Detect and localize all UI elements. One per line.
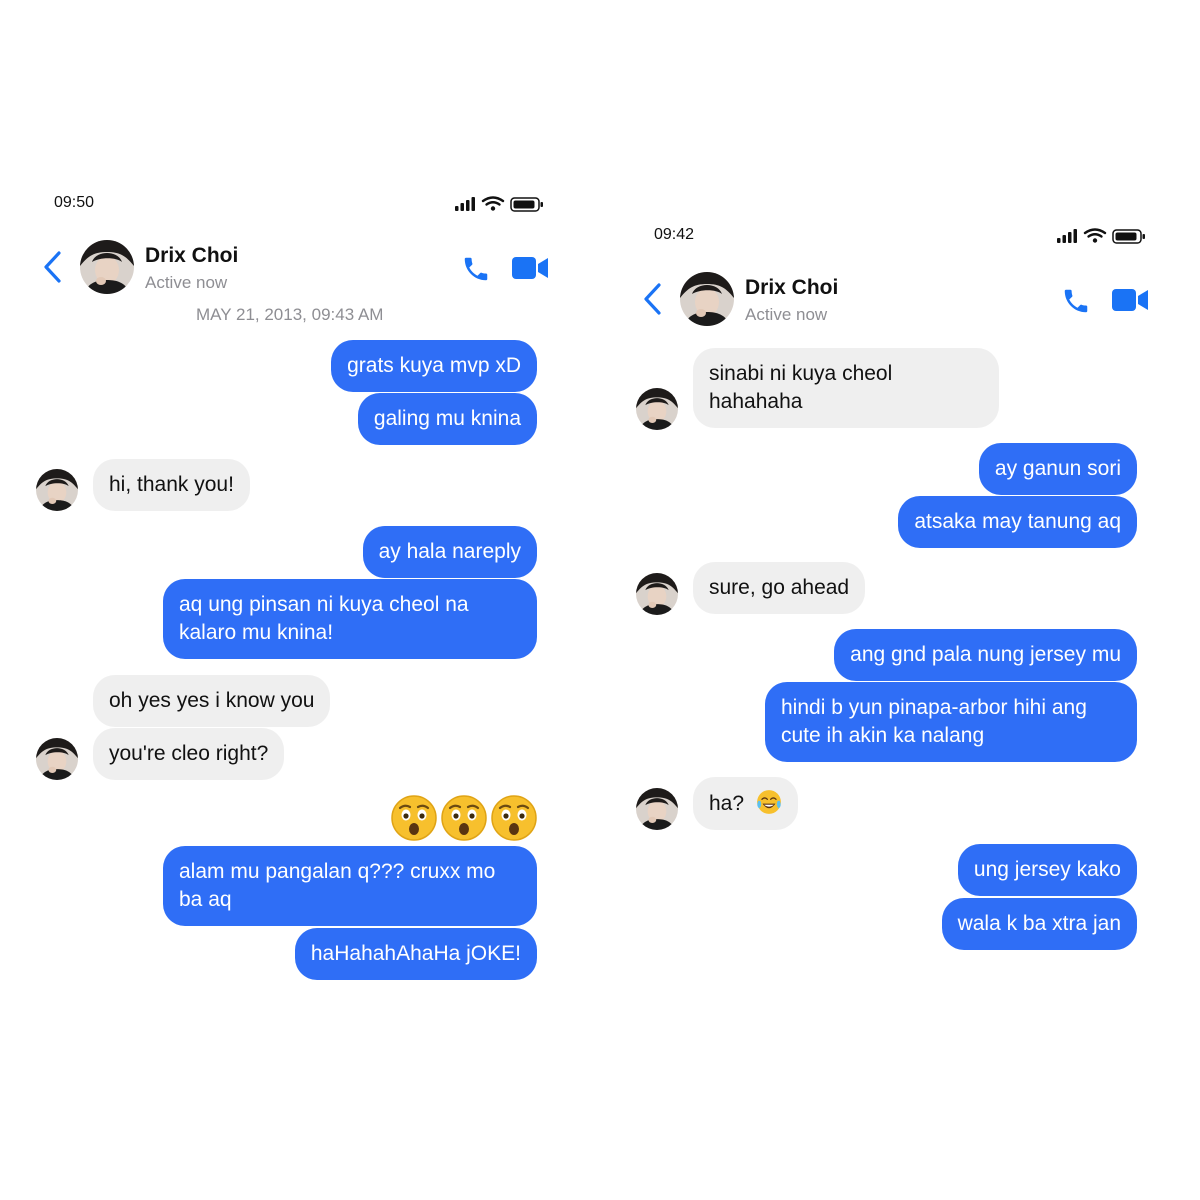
message-bubble-outgoing[interactable]: ay ganun sori <box>978 443 1137 495</box>
back-button[interactable] <box>42 250 64 284</box>
contact-avatar-small <box>636 573 678 615</box>
video-call-button[interactable] <box>512 256 548 280</box>
contact-avatar-small <box>636 788 678 830</box>
video-call-button[interactable] <box>1112 288 1148 312</box>
profile-photo-icon <box>636 788 678 830</box>
profile-photo-icon <box>636 388 678 430</box>
profile-photo-icon <box>36 738 78 780</box>
tears-of-joy-emoji-icon <box>756 789 782 815</box>
message-bubble-outgoing[interactable]: ay hala nareply <box>362 526 537 578</box>
back-button[interactable] <box>642 282 664 316</box>
message-bubble-incoming[interactable]: sure, go ahead <box>693 562 866 614</box>
message-bubble-incoming[interactable]: hi, thank you! <box>93 459 250 511</box>
message-bubble-outgoing[interactable]: haHahahAhaHa jOKE! <box>294 928 537 980</box>
back-chevron-icon <box>42 250 64 284</box>
message-bubble-outgoing[interactable]: atsaka may tanung aq <box>898 496 1137 548</box>
message-bubble-outgoing[interactable]: hindi b yun pinapa-arbor hihi ang cute i… <box>765 682 1137 762</box>
contact-status: Active now <box>745 305 828 324</box>
video-camera-icon <box>512 256 548 280</box>
video-camera-icon <box>1112 288 1148 312</box>
status-time: 09:42 <box>654 226 695 243</box>
message-bubble-outgoing[interactable]: alam mu pangalan q??? cruxx mo ba aq <box>163 846 537 926</box>
message-bubble-incoming[interactable]: you're cleo right? <box>93 728 285 780</box>
profile-photo-icon <box>80 240 134 294</box>
profile-photo-icon <box>636 573 678 615</box>
message-bubble-incoming[interactable]: sinabi ni kuya cheol hahahaha <box>693 348 999 428</box>
contact-name[interactable]: Drix Choi <box>145 244 238 268</box>
contact-avatar[interactable] <box>80 240 134 294</box>
chat-screen-left: 09:50 Drix Choi Active now MAY 21, 2013,… <box>36 190 546 990</box>
contact-avatar-small <box>36 738 78 780</box>
back-chevron-icon <box>642 282 664 316</box>
message-bubble-outgoing[interactable]: grats kuya mvp xD <box>331 340 537 392</box>
call-button[interactable] <box>1061 286 1091 316</box>
date-stamp: MAY 21, 2013, 09:43 AM <box>196 305 384 324</box>
signal-wifi-battery-icon <box>454 196 546 212</box>
phone-icon <box>461 254 491 284</box>
message-bubble-incoming[interactable]: ha? <box>693 777 798 830</box>
contact-name[interactable]: Drix Choi <box>745 276 838 300</box>
astonished-face-emoji-icon <box>440 794 488 842</box>
contact-avatar[interactable] <box>680 272 734 326</box>
profile-photo-icon <box>680 272 734 326</box>
message-text: ha? <box>709 792 745 815</box>
signal-wifi-battery-icon <box>1056 228 1148 244</box>
profile-photo-icon <box>36 469 78 511</box>
phone-icon <box>1061 286 1091 316</box>
contact-avatar-small <box>636 388 678 430</box>
contact-status: Active now <box>145 273 228 292</box>
message-bubble-outgoing[interactable]: aq ung pinsan ni kuya cheol na kalaro mu… <box>163 579 537 659</box>
emoji-message[interactable] <box>390 794 538 842</box>
status-bar-icons <box>454 196 546 212</box>
call-button[interactable] <box>461 254 491 284</box>
message-bubble-outgoing[interactable]: galing mu knina <box>357 393 537 445</box>
status-time: 09:50 <box>54 194 95 211</box>
contact-avatar-small <box>36 469 78 511</box>
astonished-face-emoji-icon <box>490 794 538 842</box>
status-bar-icons <box>1056 228 1148 244</box>
chat-screen-right: 09:42 Drix Choi Active now sinabi ni kuy… <box>636 222 1148 962</box>
message-bubble-outgoing[interactable]: wala k ba xtra jan <box>941 898 1137 950</box>
astonished-face-emoji-icon <box>390 794 438 842</box>
message-bubble-outgoing[interactable]: ang gnd pala nung jersey mu <box>834 629 1137 681</box>
message-bubble-outgoing[interactable]: ung jersey kako <box>957 844 1137 896</box>
message-bubble-incoming[interactable]: oh yes yes i know you <box>93 675 331 727</box>
